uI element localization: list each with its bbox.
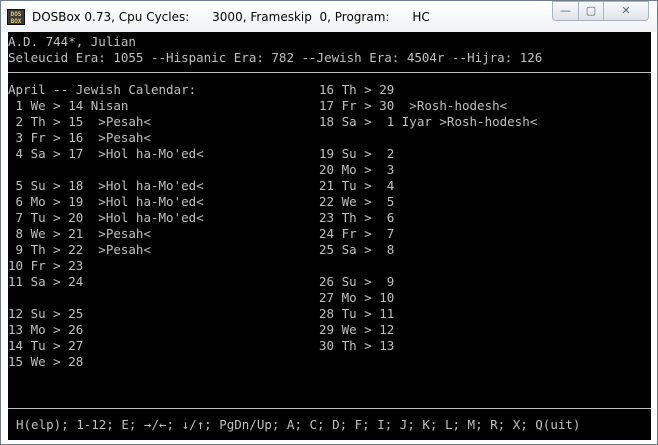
day-row: 3 Fr > 16 >Pesah< [8, 130, 151, 145]
day-row: 1 We > 14 Nisan [8, 98, 129, 113]
date-header: A.D. 744*, Julian [8, 34, 136, 49]
day-row: 25 Sa > 8 [319, 242, 395, 257]
dosbox-app-icon[interactable]: DOS BOX [7, 9, 25, 25]
caption-buttons: — ▢ ✕ [552, 1, 649, 23]
day-row: 13 Mo > 26 [8, 322, 84, 337]
day-row: 4 Sa > 17 >Hol ha-Mo'ed< [8, 146, 204, 161]
close-button[interactable]: ✕ [603, 1, 649, 21]
minimize-button[interactable]: — [552, 1, 579, 21]
day-row: 19 Su > 2 [319, 146, 395, 161]
day-row: 16 Th > 29 [319, 82, 395, 97]
day-row: 5 Su > 18 >Hol ha-Mo'ed< [8, 178, 204, 193]
maximize-button[interactable]: ▢ [578, 1, 604, 21]
day-row: 20 Mo > 3 [319, 162, 395, 177]
footer-divider [8, 408, 651, 409]
day-row: 27 Mo > 10 [319, 290, 395, 305]
day-row: 17 Fr > 30 >Rosh-hodesh< [319, 98, 508, 113]
minimize-icon: — [560, 4, 571, 17]
title-bar[interactable]: DOS BOX DOSBox 0.73, Cpu Cycles: 3000, F… [1, 1, 657, 32]
day-row: 7 Tu > 20 >Hol ha-Mo'ed< [8, 210, 204, 225]
day-row: 22 We > 5 [319, 194, 395, 209]
day-row: 12 Su > 25 [8, 306, 84, 321]
dosbox-window: DOS BOX DOSBox 0.73, Cpu Cycles: 3000, F… [0, 0, 658, 445]
day-row: 6 Mo > 19 >Hol ha-Mo'ed< [8, 194, 204, 209]
day-row: 18 Sa > 1 Iyar >Rosh-hodesh< [319, 114, 538, 129]
day-row: 9 Th > 22 >Pesah< [8, 242, 151, 257]
day-row: 30 Th > 13 [319, 338, 395, 353]
day-row: 26 Su > 9 [319, 274, 395, 289]
maximize-icon: ▢ [585, 4, 597, 17]
command-bar: H(elp); 1-12; E; →/←; ↓/↑; PgDn/Up; A; C… [16, 417, 581, 432]
day-row: 15 We > 28 [8, 354, 84, 369]
day-row: 2 Th > 15 >Pesah< [8, 114, 151, 129]
window-title: DOSBox 0.73, Cpu Cycles: 3000, Frameskip… [32, 10, 430, 24]
day-row: 24 Fr > 7 [319, 226, 395, 241]
dos-screen[interactable]: A.D. 744*, Julian Seleucid Era: 1055 --H… [8, 32, 651, 440]
day-row: 21 Tu > 4 [319, 178, 395, 193]
day-row: 14 Tu > 27 [8, 338, 84, 353]
header-divider [8, 72, 651, 73]
calendar-title: April -- Jewish Calendar: [8, 82, 197, 97]
day-row: 11 Sa > 24 [8, 274, 84, 289]
day-row: 10 Fr > 23 [8, 258, 84, 273]
close-icon: ✕ [621, 4, 631, 17]
day-row: 28 Tu > 11 [319, 306, 395, 321]
day-row: 29 We > 12 [319, 322, 395, 337]
day-row: 8 We > 21 >Pesah< [8, 226, 151, 241]
day-row: 23 Th > 6 [319, 210, 395, 225]
eras-header: Seleucid Era: 1055 --Hispanic Era: 782 -… [8, 50, 543, 65]
